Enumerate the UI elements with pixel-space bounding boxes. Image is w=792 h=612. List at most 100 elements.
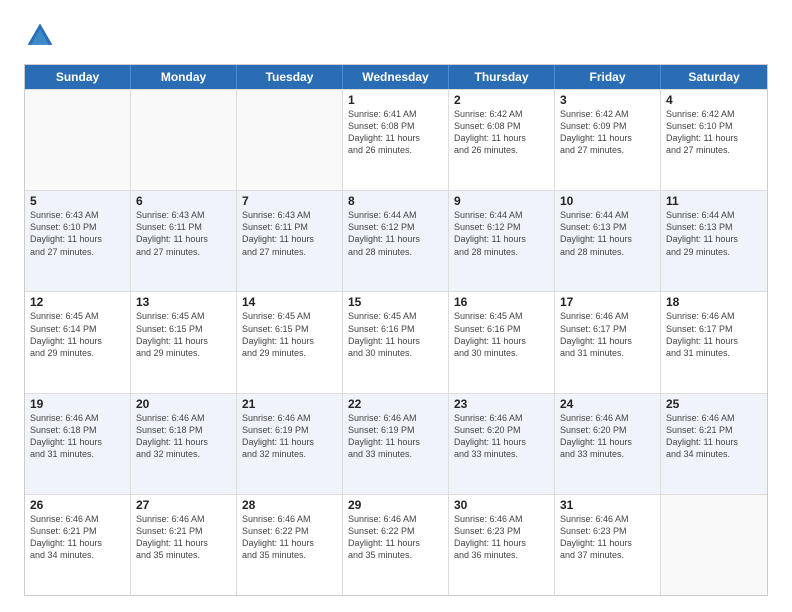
- cell-info: Sunrise: 6:44 AM Sunset: 6:13 PM Dayligh…: [560, 209, 655, 258]
- calendar-cell: 30Sunrise: 6:46 AM Sunset: 6:23 PM Dayli…: [449, 495, 555, 595]
- calendar-cell: [661, 495, 767, 595]
- calendar-header: SundayMondayTuesdayWednesdayThursdayFrid…: [25, 65, 767, 89]
- calendar-cell: 2Sunrise: 6:42 AM Sunset: 6:08 PM Daylig…: [449, 90, 555, 190]
- calendar-cell: 10Sunrise: 6:44 AM Sunset: 6:13 PM Dayli…: [555, 191, 661, 291]
- calendar-cell: [131, 90, 237, 190]
- cell-info: Sunrise: 6:46 AM Sunset: 6:20 PM Dayligh…: [560, 412, 655, 461]
- cell-info: Sunrise: 6:45 AM Sunset: 6:16 PM Dayligh…: [454, 310, 549, 359]
- day-number: 19: [30, 397, 125, 411]
- calendar-cell: 6Sunrise: 6:43 AM Sunset: 6:11 PM Daylig…: [131, 191, 237, 291]
- cell-info: Sunrise: 6:42 AM Sunset: 6:09 PM Dayligh…: [560, 108, 655, 157]
- day-number: 25: [666, 397, 762, 411]
- day-number: 23: [454, 397, 549, 411]
- calendar-cell: [25, 90, 131, 190]
- calendar-cell: 23Sunrise: 6:46 AM Sunset: 6:20 PM Dayli…: [449, 394, 555, 494]
- day-number: 3: [560, 93, 655, 107]
- header-day-tuesday: Tuesday: [237, 65, 343, 89]
- cell-info: Sunrise: 6:46 AM Sunset: 6:23 PM Dayligh…: [454, 513, 549, 562]
- day-number: 15: [348, 295, 443, 309]
- day-number: 31: [560, 498, 655, 512]
- cell-info: Sunrise: 6:44 AM Sunset: 6:13 PM Dayligh…: [666, 209, 762, 258]
- day-number: 13: [136, 295, 231, 309]
- cell-info: Sunrise: 6:45 AM Sunset: 6:14 PM Dayligh…: [30, 310, 125, 359]
- cell-info: Sunrise: 6:46 AM Sunset: 6:20 PM Dayligh…: [454, 412, 549, 461]
- calendar-cell: 26Sunrise: 6:46 AM Sunset: 6:21 PM Dayli…: [25, 495, 131, 595]
- calendar-cell: 28Sunrise: 6:46 AM Sunset: 6:22 PM Dayli…: [237, 495, 343, 595]
- day-number: 8: [348, 194, 443, 208]
- cell-info: Sunrise: 6:46 AM Sunset: 6:21 PM Dayligh…: [136, 513, 231, 562]
- calendar-cell: 19Sunrise: 6:46 AM Sunset: 6:18 PM Dayli…: [25, 394, 131, 494]
- calendar-cell: 31Sunrise: 6:46 AM Sunset: 6:23 PM Dayli…: [555, 495, 661, 595]
- calendar-body: 1Sunrise: 6:41 AM Sunset: 6:08 PM Daylig…: [25, 89, 767, 595]
- day-number: 21: [242, 397, 337, 411]
- calendar-cell: 1Sunrise: 6:41 AM Sunset: 6:08 PM Daylig…: [343, 90, 449, 190]
- header-day-sunday: Sunday: [25, 65, 131, 89]
- calendar-cell: 25Sunrise: 6:46 AM Sunset: 6:21 PM Dayli…: [661, 394, 767, 494]
- calendar-cell: 8Sunrise: 6:44 AM Sunset: 6:12 PM Daylig…: [343, 191, 449, 291]
- calendar-cell: 16Sunrise: 6:45 AM Sunset: 6:16 PM Dayli…: [449, 292, 555, 392]
- day-number: 20: [136, 397, 231, 411]
- header-day-monday: Monday: [131, 65, 237, 89]
- day-number: 2: [454, 93, 549, 107]
- calendar-cell: 4Sunrise: 6:42 AM Sunset: 6:10 PM Daylig…: [661, 90, 767, 190]
- cell-info: Sunrise: 6:46 AM Sunset: 6:17 PM Dayligh…: [666, 310, 762, 359]
- cell-info: Sunrise: 6:46 AM Sunset: 6:17 PM Dayligh…: [560, 310, 655, 359]
- day-number: 6: [136, 194, 231, 208]
- day-number: 18: [666, 295, 762, 309]
- calendar: SundayMondayTuesdayWednesdayThursdayFrid…: [24, 64, 768, 596]
- day-number: 7: [242, 194, 337, 208]
- calendar-cell: 14Sunrise: 6:45 AM Sunset: 6:15 PM Dayli…: [237, 292, 343, 392]
- cell-info: Sunrise: 6:46 AM Sunset: 6:19 PM Dayligh…: [242, 412, 337, 461]
- day-number: 26: [30, 498, 125, 512]
- calendar-cell: 17Sunrise: 6:46 AM Sunset: 6:17 PM Dayli…: [555, 292, 661, 392]
- cell-info: Sunrise: 6:42 AM Sunset: 6:10 PM Dayligh…: [666, 108, 762, 157]
- calendar-cell: 24Sunrise: 6:46 AM Sunset: 6:20 PM Dayli…: [555, 394, 661, 494]
- cell-info: Sunrise: 6:46 AM Sunset: 6:22 PM Dayligh…: [348, 513, 443, 562]
- cell-info: Sunrise: 6:46 AM Sunset: 6:23 PM Dayligh…: [560, 513, 655, 562]
- calendar-row-2: 12Sunrise: 6:45 AM Sunset: 6:14 PM Dayli…: [25, 291, 767, 392]
- day-number: 27: [136, 498, 231, 512]
- day-number: 22: [348, 397, 443, 411]
- day-number: 10: [560, 194, 655, 208]
- logo: [24, 20, 62, 52]
- header-day-friday: Friday: [555, 65, 661, 89]
- calendar-cell: 7Sunrise: 6:43 AM Sunset: 6:11 PM Daylig…: [237, 191, 343, 291]
- day-number: 24: [560, 397, 655, 411]
- calendar-cell: 13Sunrise: 6:45 AM Sunset: 6:15 PM Dayli…: [131, 292, 237, 392]
- cell-info: Sunrise: 6:43 AM Sunset: 6:11 PM Dayligh…: [136, 209, 231, 258]
- header-day-wednesday: Wednesday: [343, 65, 449, 89]
- header-day-saturday: Saturday: [661, 65, 767, 89]
- calendar-row-4: 26Sunrise: 6:46 AM Sunset: 6:21 PM Dayli…: [25, 494, 767, 595]
- cell-info: Sunrise: 6:46 AM Sunset: 6:19 PM Dayligh…: [348, 412, 443, 461]
- cell-info: Sunrise: 6:46 AM Sunset: 6:21 PM Dayligh…: [30, 513, 125, 562]
- day-number: 28: [242, 498, 337, 512]
- calendar-cell: 5Sunrise: 6:43 AM Sunset: 6:10 PM Daylig…: [25, 191, 131, 291]
- logo-icon: [24, 20, 56, 52]
- calendar-cell: 22Sunrise: 6:46 AM Sunset: 6:19 PM Dayli…: [343, 394, 449, 494]
- cell-info: Sunrise: 6:43 AM Sunset: 6:10 PM Dayligh…: [30, 209, 125, 258]
- calendar-cell: 29Sunrise: 6:46 AM Sunset: 6:22 PM Dayli…: [343, 495, 449, 595]
- calendar-cell: 11Sunrise: 6:44 AM Sunset: 6:13 PM Dayli…: [661, 191, 767, 291]
- day-number: 12: [30, 295, 125, 309]
- cell-info: Sunrise: 6:41 AM Sunset: 6:08 PM Dayligh…: [348, 108, 443, 157]
- calendar-cell: [237, 90, 343, 190]
- day-number: 9: [454, 194, 549, 208]
- cell-info: Sunrise: 6:46 AM Sunset: 6:18 PM Dayligh…: [30, 412, 125, 461]
- day-number: 30: [454, 498, 549, 512]
- cell-info: Sunrise: 6:45 AM Sunset: 6:15 PM Dayligh…: [242, 310, 337, 359]
- cell-info: Sunrise: 6:44 AM Sunset: 6:12 PM Dayligh…: [454, 209, 549, 258]
- day-number: 14: [242, 295, 337, 309]
- calendar-row-3: 19Sunrise: 6:46 AM Sunset: 6:18 PM Dayli…: [25, 393, 767, 494]
- cell-info: Sunrise: 6:44 AM Sunset: 6:12 PM Dayligh…: [348, 209, 443, 258]
- calendar-cell: 15Sunrise: 6:45 AM Sunset: 6:16 PM Dayli…: [343, 292, 449, 392]
- header: [24, 20, 768, 52]
- day-number: 11: [666, 194, 762, 208]
- day-number: 1: [348, 93, 443, 107]
- cell-info: Sunrise: 6:42 AM Sunset: 6:08 PM Dayligh…: [454, 108, 549, 157]
- cell-info: Sunrise: 6:45 AM Sunset: 6:16 PM Dayligh…: [348, 310, 443, 359]
- day-number: 5: [30, 194, 125, 208]
- cell-info: Sunrise: 6:45 AM Sunset: 6:15 PM Dayligh…: [136, 310, 231, 359]
- day-number: 17: [560, 295, 655, 309]
- calendar-cell: 18Sunrise: 6:46 AM Sunset: 6:17 PM Dayli…: [661, 292, 767, 392]
- calendar-cell: 3Sunrise: 6:42 AM Sunset: 6:09 PM Daylig…: [555, 90, 661, 190]
